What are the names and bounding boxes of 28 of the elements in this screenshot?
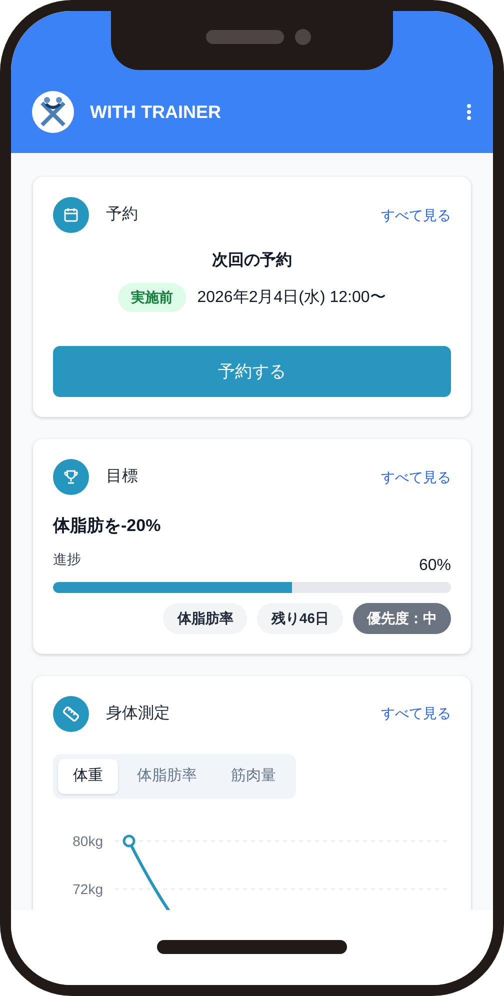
see-all-link[interactable]: すべて見る [381,204,451,226]
axis-label: 80kg [72,832,103,848]
metric-tab[interactable]: 筋肉量 [216,758,291,794]
metric-tab[interactable]: 体脂肪率 [122,758,212,794]
axis-label: 72kg [72,880,103,896]
goal-tag: 体脂肪率 [163,602,248,634]
reservation-datetime: 2026年2月4日(水) 12:00〜 [197,288,386,308]
goal-tag: 優先度：中 [353,602,451,634]
more-menu-icon[interactable] [466,103,472,121]
goal-name: 体脂肪を-20% [53,515,162,537]
see-all-link[interactable]: すべて見る [381,703,451,724]
trophy-icon [62,468,80,486]
calendar-icon [62,206,80,224]
goal-tag: 残り46日 [257,602,343,634]
reserve-button[interactable]: 予約する [53,346,451,397]
logo-icon [32,91,74,133]
progress-label: 進捗 [53,550,81,568]
progress-value: 60% [418,556,451,576]
metric-tab[interactable]: 体重 [58,758,118,794]
next-reservation-heading: 次回の予約 [211,251,293,271]
status-badge: 実施前 [118,283,186,312]
ruler-icon [61,704,81,724]
section-title: 目標 [106,467,138,487]
app-title: WITH TRAINER [90,100,221,124]
section-title: 予約 [106,205,138,225]
section-title: 身体測定 [106,704,170,724]
camera [295,29,311,45]
see-all-link[interactable]: すべて見る [381,466,451,488]
